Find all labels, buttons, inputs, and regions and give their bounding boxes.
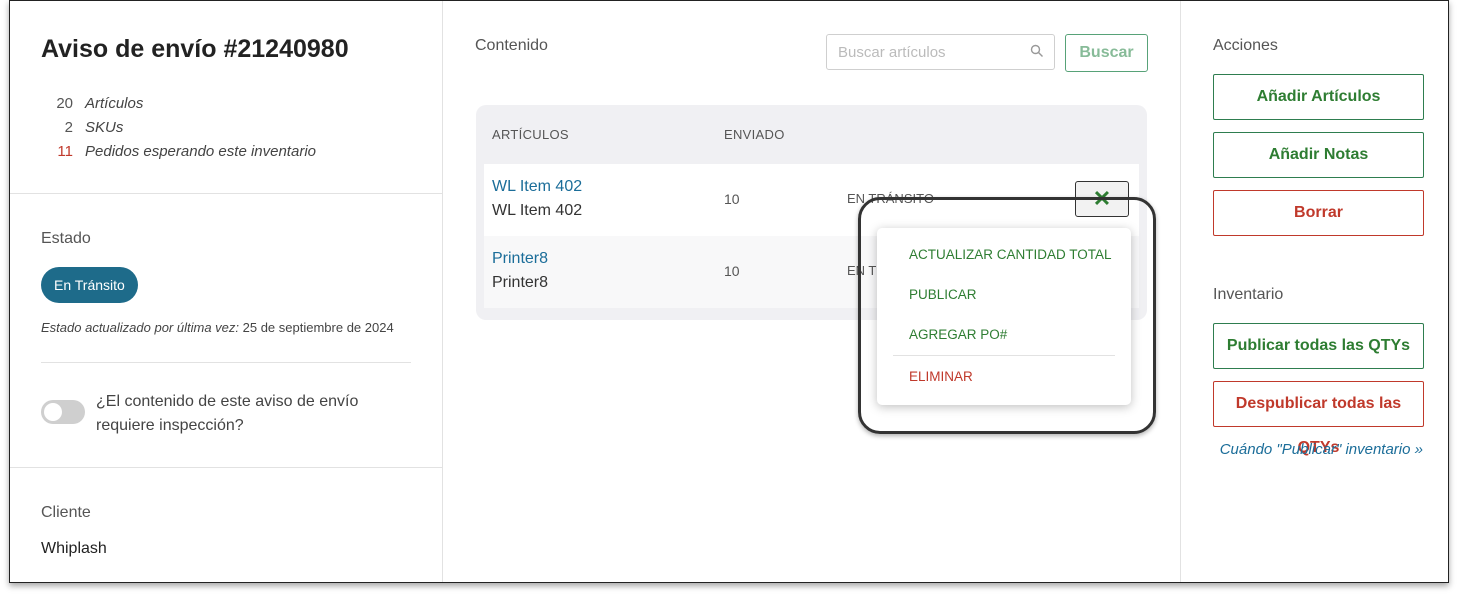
column-header-shipped: ENVIADO	[724, 127, 785, 142]
summary-panel: Aviso de envío #21240980 20 Artículos 2 …	[10, 1, 443, 582]
publish-all-button[interactable]: Publicar todas las QTYs	[1213, 323, 1424, 369]
client-name: Whiplash	[41, 540, 107, 557]
menu-item-publish[interactable]: PUBLICAR	[909, 287, 977, 302]
acciones-label: Acciones	[1213, 37, 1278, 54]
item-name-link[interactable]: Printer8	[492, 250, 548, 268]
menu-divider	[893, 355, 1115, 356]
column-header-items: ARTÍCULOS	[492, 127, 569, 142]
stat-label: Pedidos esperando este inventario	[85, 142, 316, 160]
status-updated-date: 25 de septiembre de 2024	[242, 320, 394, 335]
inventario-label: Inventario	[1213, 286, 1284, 303]
contenido-label: Contenido	[475, 37, 548, 54]
status-updated-prefix: Estado actualizado por última vez:	[41, 320, 239, 335]
divider	[10, 467, 442, 468]
divider	[10, 193, 442, 194]
inspection-question: ¿El contenido de este aviso de envío req…	[96, 393, 359, 434]
stat-label: Artículos	[85, 94, 144, 112]
app-window: Aviso de envío #21240980 20 Artículos 2 …	[9, 0, 1449, 583]
toggle-knob	[44, 403, 62, 421]
content-panel: Contenido Buscar ARTÍCULOS ENVIADO WL It…	[443, 1, 1181, 582]
add-notes-button[interactable]: Añadir Notas	[1213, 132, 1424, 178]
menu-item-update-quantity[interactable]: ACTUALIZAR CANTIDAD TOTAL	[909, 247, 1112, 262]
page-title: Aviso de envío #21240980	[41, 35, 349, 63]
stat-count: 20	[56, 94, 73, 112]
item-qty: 10	[724, 191, 740, 207]
search-input[interactable]	[827, 35, 1023, 69]
search-box	[826, 34, 1055, 70]
menu-item-add-po[interactable]: AGREGAR PO#	[909, 327, 1007, 342]
estado-label: Estado	[41, 230, 91, 247]
add-items-button[interactable]: Añadir Artículos	[1213, 74, 1424, 120]
stat-label: SKUs	[85, 118, 124, 136]
status-updated-text: Estado actualizado por última vez: 25 de…	[41, 320, 394, 335]
item-sku: Printer8	[492, 274, 549, 291]
unpublish-all-button[interactable]: Despublicar todas las QTYs	[1213, 381, 1424, 456]
delete-button[interactable]: Borrar	[1213, 190, 1424, 236]
stat-skus: 2 SKUs	[41, 115, 316, 139]
stat-waiting-orders: 11 Pedidos esperando este inventario	[41, 139, 316, 163]
stats-list: 20 Artículos 2 SKUs 11 Pedidos esperando…	[41, 91, 316, 163]
item-qty: 10	[724, 263, 740, 279]
item-name-link[interactable]: WL Item 402	[492, 178, 582, 196]
search-button[interactable]: Buscar	[1065, 34, 1148, 72]
inspection-toggle[interactable]	[41, 400, 85, 424]
stat-count: 11	[57, 142, 73, 160]
publish-help-link[interactable]: Cuándo "Publicar" inventario »	[1220, 441, 1423, 458]
menu-item-delete[interactable]: ELIMINAR	[909, 369, 973, 384]
item-sku: WL Item 402	[492, 202, 583, 219]
divider	[41, 362, 411, 363]
actions-panel: Acciones Añadir Artículos Añadir Notas B…	[1181, 1, 1448, 582]
row-actions-menu: ACTUALIZAR CANTIDAD TOTAL PUBLICAR AGREG…	[877, 228, 1131, 405]
search-icon	[1030, 44, 1043, 57]
stat-items: 20 Artículos	[41, 91, 316, 115]
cliente-label: Cliente	[41, 504, 91, 521]
stat-count: 2	[64, 118, 73, 136]
status-badge: En Tránsito	[41, 267, 138, 303]
